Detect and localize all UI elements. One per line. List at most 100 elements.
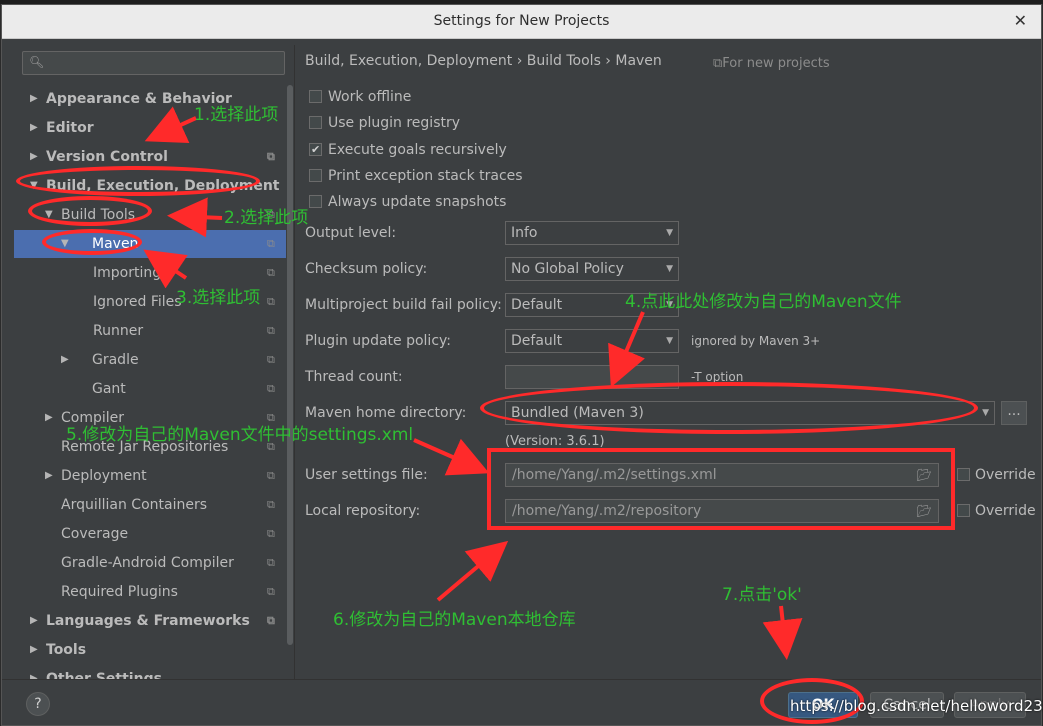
copy-icon: ⧉	[267, 353, 275, 366]
tree-item[interactable]: ▶ Appearance & Behavior	[14, 85, 286, 113]
user-settings-input[interactable]: /home/Yang/.m2/settings.xml 📂︎	[505, 463, 939, 487]
copy-icon: ⧉	[267, 266, 275, 279]
thread-count-input[interactable]	[505, 365, 679, 389]
tree-item[interactable]: ▶ Version Control ⧉	[14, 143, 286, 171]
checkbox-box[interactable]	[957, 504, 970, 517]
checkbox-label: Execute goals recursively	[328, 142, 507, 158]
tree-item-label: Gradle	[92, 352, 139, 368]
checkbox-execute-goals[interactable]: Execute goals recursively	[309, 140, 507, 160]
tree-item[interactable]: ▶ Deployment ⧉	[14, 462, 286, 490]
checkbox-use-plugin-registry[interactable]: Use plugin registry	[309, 113, 460, 133]
tree-item-label: Tools	[46, 642, 87, 658]
chevron-right-icon[interactable]: ▶	[45, 462, 53, 490]
tree-item-label: Compiler	[61, 410, 125, 426]
tree-item[interactable]: ▼ Build Tools ⧉	[14, 201, 286, 229]
tree-item[interactable]: Remote Jar Repositories ⧉	[14, 433, 286, 461]
checkbox-label: Print exception stack traces	[328, 168, 523, 184]
apply-button[interactable]: Apply	[954, 692, 1026, 718]
checkbox-box[interactable]	[309, 169, 322, 182]
local-repo-override[interactable]: Override	[957, 501, 1036, 521]
tree-item[interactable]: Required Plugins ⧉	[14, 578, 286, 606]
tree-item[interactable]: Runner ⧉	[14, 317, 286, 345]
chevron-right-icon[interactable]: ▶	[30, 636, 38, 664]
output-level-label: Output level:	[305, 225, 397, 241]
tree-item[interactable]: Gant ⧉	[14, 375, 286, 403]
copy-icon: ⧉	[267, 585, 275, 598]
folder-icon[interactable]: 📂︎	[917, 500, 932, 522]
copy-icon: ⧉	[713, 56, 723, 71]
checkbox-box[interactable]	[957, 468, 970, 481]
chevron-right-icon[interactable]: ▶	[30, 607, 38, 635]
tree-item-label: Arquillian Containers	[61, 497, 208, 513]
chevron-right-icon[interactable]: ▶	[30, 85, 38, 113]
tree-item[interactable]: ▶ Tools	[14, 636, 286, 664]
chevron-down-icon[interactable]: ▼	[30, 172, 38, 200]
tree-item[interactable]: ▶ Languages & Frameworks ⧉	[14, 607, 286, 635]
tree-item[interactable]: Importing ⧉	[14, 259, 286, 287]
tree-item[interactable]: ▼ Maven ⧉	[14, 230, 286, 258]
output-level-select[interactable]: Info ▼	[505, 221, 679, 245]
settings-tree: 🔍︎ ▶ Appearance & Behavior ▶ Editor ▶ Version…	[14, 45, 294, 679]
chevron-right-icon[interactable]: ▶	[30, 143, 38, 171]
folder-icon[interactable]: 📂︎	[917, 464, 932, 486]
tree-item[interactable]: ▶ Compiler ⧉	[14, 404, 286, 432]
tree-scrollbar[interactable]	[287, 85, 293, 645]
copy-icon: ⧉	[267, 527, 275, 540]
tree-item-label: Importing	[93, 265, 162, 281]
tree-item[interactable]: Ignored Files ⧉	[14, 288, 286, 316]
override-label: Override	[975, 467, 1036, 483]
help-button[interactable]: ?	[26, 692, 50, 716]
chevron-right-icon[interactable]: ▶	[30, 114, 38, 142]
cancel-button[interactable]: Cancel	[870, 692, 944, 718]
checksum-policy-select[interactable]: No Global Policy ▼	[505, 257, 679, 281]
checkbox-label: Always update snapshots	[328, 194, 507, 210]
copy-icon: ⧉	[267, 208, 275, 221]
checkbox-box-checked[interactable]	[309, 140, 322, 160]
ok-button[interactable]: OK	[788, 692, 858, 718]
chevron-right-icon[interactable]: ▶	[45, 404, 53, 432]
checksum-policy-label: Checksum policy:	[305, 261, 428, 277]
chevron-down-icon[interactable]: ▼	[45, 201, 53, 229]
scope-note: ⧉For new projects	[713, 56, 830, 71]
tree-item[interactable]: Gradle-Android Compiler ⧉	[14, 549, 286, 577]
user-settings-override[interactable]: Override	[957, 465, 1036, 485]
tree-item[interactable]: ▶ Other Settings	[14, 665, 286, 679]
override-label: Override	[975, 503, 1036, 519]
checkbox-box[interactable]	[309, 195, 322, 208]
tree-item-label: Languages & Frameworks	[46, 613, 250, 629]
checkbox-box[interactable]	[309, 90, 322, 103]
scope-note-text: For new projects	[722, 56, 830, 71]
fail-policy-select[interactable]: Default ▼	[505, 293, 679, 317]
thread-count-hint: -T option	[691, 370, 744, 384]
checkbox-update-snapshots[interactable]: Always update snapshots	[309, 192, 506, 212]
local-repo-input[interactable]: /home/Yang/.m2/repository 📂︎	[505, 499, 939, 523]
close-icon[interactable]: ✕	[1014, 11, 1027, 30]
checkbox-label: Use plugin registry	[328, 115, 461, 131]
fail-policy-label: Multiproject build fail policy:	[305, 297, 502, 313]
tree-item[interactable]: ▼ Build, Execution, Deployment	[14, 172, 286, 200]
copy-icon: ⧉	[267, 324, 275, 337]
title-bar: Settings for New Projects ✕	[2, 5, 1041, 39]
path-value: /home/Yang/.m2/settings.xml	[512, 467, 717, 483]
tree-item[interactable]: ▶ Editor	[14, 114, 286, 142]
plugin-update-select[interactable]: Default ▼	[505, 329, 679, 353]
checkbox-print-stack-traces[interactable]: Print exception stack traces	[309, 166, 523, 186]
tree-item[interactable]: ▶ Gradle ⧉	[14, 346, 286, 374]
checkbox-work-offline[interactable]: Work offline	[309, 87, 411, 107]
maven-home-select[interactable]: Bundled (Maven 3) ▼	[505, 401, 995, 425]
tree-item[interactable]: Coverage ⧉	[14, 520, 286, 548]
path-value: /home/Yang/.m2/repository	[512, 503, 702, 519]
tree-item-label: Version Control	[46, 149, 168, 165]
chevron-down-icon[interactable]: ▼	[61, 230, 69, 258]
tree-item[interactable]: Arquillian Containers ⧉	[14, 491, 286, 519]
tree-item-label: Coverage	[61, 526, 129, 542]
chevron-right-icon[interactable]: ▶	[30, 665, 38, 679]
settings-dialog: Settings for New Projects ✕ 🔍︎ ▶ Appearan…	[1, 4, 1042, 726]
search-input[interactable]: 🔍︎	[22, 51, 285, 75]
select-value: No Global Policy	[511, 261, 624, 277]
browse-button[interactable]: ...	[1001, 401, 1027, 425]
chevron-right-icon[interactable]: ▶	[61, 346, 69, 374]
plugin-update-hint: ignored by Maven 3+	[691, 334, 821, 348]
window-title: Settings for New Projects	[433, 13, 610, 29]
checkbox-box[interactable]	[309, 116, 322, 129]
